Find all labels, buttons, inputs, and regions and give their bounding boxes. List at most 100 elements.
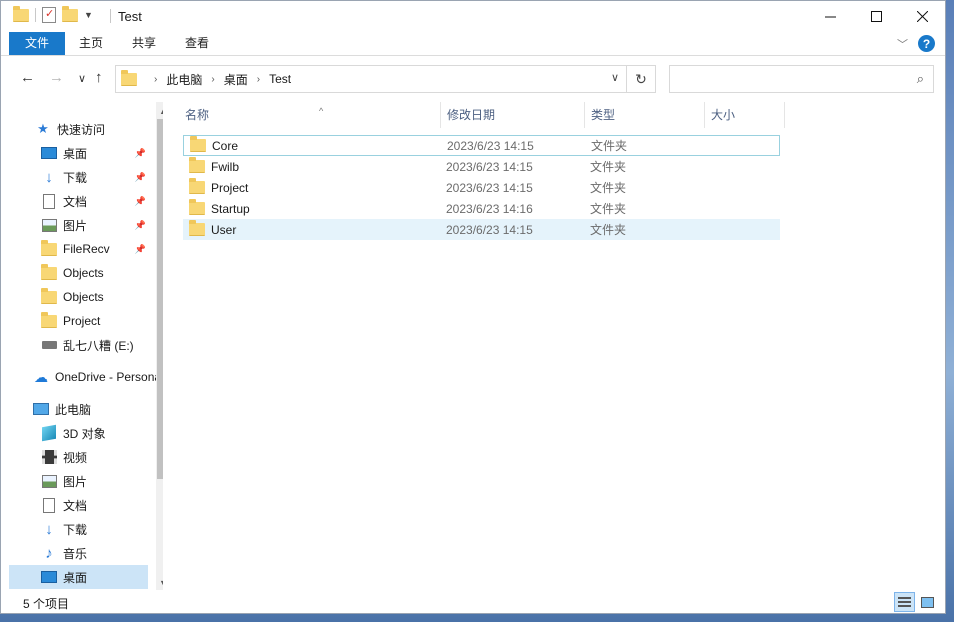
tab-view[interactable]: 查看: [181, 32, 213, 55]
sidebar-item-label: 文档: [63, 498, 88, 513]
sidebar-item-desktop[interactable]: 桌面 📌: [9, 141, 148, 165]
document-icon: [43, 193, 55, 209]
close-button[interactable]: [899, 1, 945, 31]
table-row[interactable]: User 2023/6/23 14:15 文件夹: [183, 219, 780, 240]
scroll-up-chevron-icon[interactable]: ▲: [156, 104, 163, 118]
sidebar-item-label: 音乐: [63, 546, 88, 561]
tab-home[interactable]: 主页: [75, 32, 107, 55]
file-type: 文件夹: [590, 181, 627, 195]
search-icon[interactable]: ⌕: [917, 71, 924, 87]
column-header-modified[interactable]: 修改日期: [441, 102, 585, 128]
large-icons-view-button[interactable]: [917, 592, 938, 612]
column-header-size[interactable]: 大小: [705, 102, 785, 128]
scrollbar-thumb[interactable]: [157, 119, 163, 479]
sidebar-item-downloads[interactable]: ↓ 下载: [9, 517, 148, 541]
pin-icon[interactable]: 📌: [135, 196, 146, 207]
refresh-icon[interactable]: ↻: [626, 66, 655, 92]
breadcrumb-this-pc[interactable]: 此电脑: [166, 71, 202, 88]
onedrive-cloud-icon: ☁: [34, 368, 48, 385]
chevron-right-icon[interactable]: ›: [154, 74, 157, 85]
folder-icon: [189, 199, 205, 215]
sidebar-item-onedrive[interactable]: ☁ OneDrive - Personal: [9, 365, 163, 389]
sidebar-item-documents[interactable]: 文档: [9, 493, 148, 517]
chevron-right-icon[interactable]: ›: [257, 74, 260, 85]
video-icon: [41, 450, 57, 464]
sidebar-item-desktop-selected[interactable]: 桌面: [9, 565, 148, 589]
pin-icon[interactable]: 📌: [135, 172, 146, 183]
table-row[interactable]: Startup 2023/6/23 14:16 文件夹: [183, 198, 780, 219]
sidebar-item-project[interactable]: Project: [9, 309, 148, 333]
ribbon-tabs: 文件 主页 共享 查看 ﹀ ?: [1, 32, 945, 56]
details-view-button[interactable]: [894, 592, 915, 612]
file-name: Project: [211, 180, 249, 195]
music-icon: ♪: [45, 544, 53, 562]
sidebar-item-objects[interactable]: Objects: [9, 285, 148, 309]
file-type: 文件夹: [591, 139, 628, 153]
address-bar[interactable]: › 此电脑 › 桌面 › Test ∨ ↻: [115, 65, 656, 93]
expand-ribbon-chevron-icon[interactable]: ﹀: [897, 36, 908, 52]
search-input[interactable]: [670, 66, 900, 92]
table-row[interactable]: Project 2023/6/23 14:15 文件夹: [183, 177, 780, 198]
minimize-button[interactable]: [807, 1, 853, 31]
sidebar-item-this-pc[interactable]: 此电脑: [9, 397, 148, 421]
breadcrumb-test[interactable]: Test: [269, 72, 291, 86]
file-type: 文件夹: [590, 223, 627, 237]
download-icon: ↓: [45, 168, 53, 186]
address-dropdown-chevron-icon[interactable]: ∨: [611, 71, 619, 84]
file-name: Startup: [211, 201, 250, 216]
customize-toolbar-chevron-icon[interactable]: ▼: [84, 10, 93, 20]
sidebar-item-objects[interactable]: Objects: [9, 261, 148, 285]
folder-icon: [41, 311, 57, 328]
download-icon: ↓: [45, 520, 53, 538]
new-folder-icon[interactable]: [62, 5, 78, 22]
sidebar-item-pictures[interactable]: 图片: [9, 469, 148, 493]
sidebar-item-label: 此电脑: [55, 402, 92, 417]
forward-arrow-icon[interactable]: →: [49, 69, 64, 86]
sidebar-item-documents[interactable]: 文档 📌: [9, 189, 148, 213]
sidebar-item-3d-objects[interactable]: 3D 对象: [9, 421, 148, 445]
pin-icon[interactable]: 📌: [135, 244, 146, 255]
table-row[interactable]: Core 2023/6/23 14:15 文件夹: [183, 135, 780, 156]
file-modified: 2023/6/23 14:15: [446, 222, 533, 237]
sidebar-item-quick-access[interactable]: ★ 快速访问: [9, 117, 148, 141]
large-icons-view-icon: [921, 596, 934, 608]
sidebar-scrollbar[interactable]: ▲ ▼: [156, 102, 163, 590]
sidebar-item-label: OneDrive - Personal: [55, 370, 163, 384]
sidebar-item-label: 下载: [63, 522, 88, 537]
pin-icon[interactable]: 📌: [135, 148, 146, 159]
properties-icon[interactable]: [42, 7, 56, 23]
maximize-button[interactable]: [853, 1, 899, 31]
chevron-right-icon[interactable]: ›: [211, 74, 214, 85]
back-arrow-icon[interactable]: ←: [20, 69, 35, 86]
sidebar-item-music[interactable]: ♪ 音乐: [9, 541, 148, 565]
tab-share[interactable]: 共享: [128, 32, 160, 55]
divider: [35, 8, 36, 22]
sidebar-item-filerecv[interactable]: FileRecv 📌: [9, 237, 148, 261]
folder-icon: [41, 239, 57, 256]
recent-locations-chevron-icon[interactable]: ∨: [78, 72, 86, 85]
column-header-type[interactable]: 类型: [585, 102, 705, 128]
sidebar-item-pictures[interactable]: 图片 📌: [9, 213, 148, 237]
sidebar-item-videos[interactable]: 视频: [9, 445, 148, 469]
sidebar-item-label: FileRecv: [63, 242, 110, 256]
table-row[interactable]: Fwilb 2023/6/23 14:15 文件夹: [183, 156, 780, 177]
file-modified: 2023/6/23 14:15: [446, 180, 533, 195]
pin-icon[interactable]: 📌: [135, 220, 146, 231]
sidebar-item-downloads[interactable]: ↓ 下载 📌: [9, 165, 148, 189]
title-bar: ▼ Test: [1, 1, 945, 32]
3d-objects-icon: [42, 424, 56, 442]
this-pc-icon: [33, 403, 49, 415]
up-arrow-icon[interactable]: ↑: [95, 69, 103, 86]
tab-file[interactable]: 文件: [9, 32, 65, 55]
help-icon[interactable]: ?: [918, 35, 935, 52]
file-modified: 2023/6/23 14:16: [446, 201, 533, 216]
drive-icon: [41, 341, 57, 349]
maximize-icon: [870, 10, 882, 22]
breadcrumb-desktop[interactable]: 桌面: [224, 71, 248, 88]
sidebar-item-drive-e[interactable]: 乱七八糟 (E:): [9, 333, 148, 357]
column-header-name[interactable]: 名称 ^: [179, 102, 441, 128]
file-name: Core: [212, 138, 239, 153]
scroll-down-chevron-icon[interactable]: ▼: [156, 576, 163, 590]
folder-icon: [121, 69, 137, 86]
quick-access-toolbar: ▼: [13, 5, 93, 23]
